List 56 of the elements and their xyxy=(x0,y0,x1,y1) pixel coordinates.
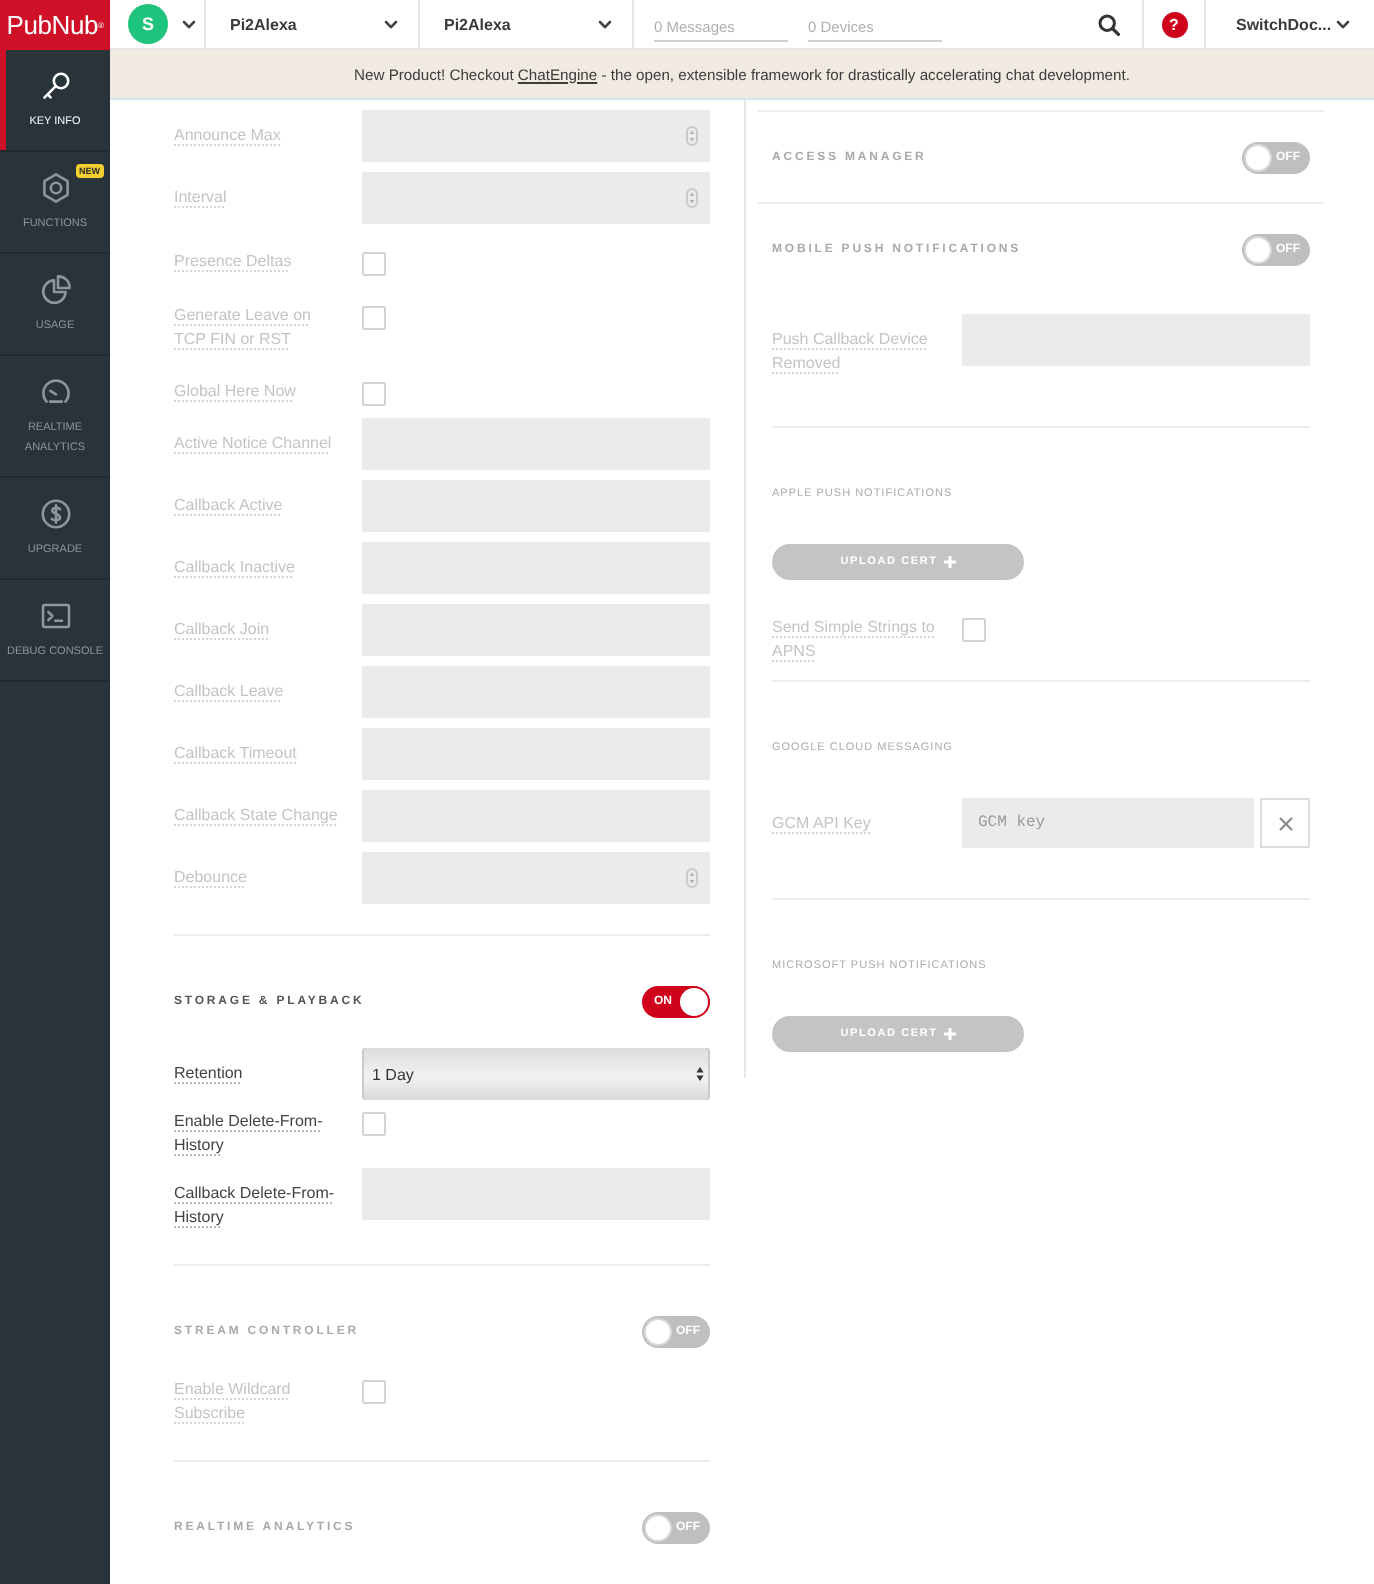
field-label: Announce Max xyxy=(174,126,281,144)
dropdown[interactable]: Pi2Alexa xyxy=(420,0,634,48)
dollar-icon xyxy=(39,498,71,530)
field-label: Interval xyxy=(174,188,227,206)
hexagon-icon xyxy=(39,172,71,204)
plus-icon xyxy=(943,556,956,568)
field-label: Enable Wildcard Subscribe xyxy=(174,1380,291,1422)
sort-arrows-icon xyxy=(696,1066,704,1082)
field-label: Generate Leave on TCP FIN or RST xyxy=(174,306,311,348)
spinner-icon[interactable] xyxy=(686,868,698,888)
field-label: Retention xyxy=(174,1064,243,1082)
number-field[interactable] xyxy=(362,110,710,162)
checkbox[interactable] xyxy=(362,1112,386,1136)
api-key-field[interactable]: GCM key xyxy=(962,798,1254,848)
field-label: Callback State Change xyxy=(174,806,338,824)
field-label: Enable Delete-From-History xyxy=(174,1112,323,1154)
chevron-down-icon xyxy=(1336,19,1350,29)
field-label: Callback Timeout xyxy=(174,744,297,762)
search-icon[interactable] xyxy=(1098,13,1120,35)
number-field[interactable] xyxy=(362,172,710,224)
field-label: Global Here Now xyxy=(174,382,296,400)
pie-chart-icon xyxy=(39,274,71,306)
number-field[interactable] xyxy=(362,852,710,904)
field-label: Callback Delete-From-History xyxy=(174,1184,335,1226)
help-button[interactable]: ? xyxy=(1161,11,1187,37)
checkbox[interactable] xyxy=(362,252,386,276)
chevron-down-icon xyxy=(182,19,196,29)
field-label: Send Simple Strings to APNS xyxy=(772,618,935,660)
field-label: Callback Inactive xyxy=(174,558,295,576)
checkbox[interactable] xyxy=(362,1380,386,1404)
field-label: Callback Join xyxy=(174,620,270,638)
chevron-down-icon xyxy=(384,19,398,29)
chevron-down-icon xyxy=(598,19,612,29)
dropdown[interactable]: Pi2Alexa xyxy=(206,0,420,48)
field-label: Presence Deltas xyxy=(174,252,292,270)
clear-button[interactable] xyxy=(1260,798,1310,848)
plus-icon xyxy=(943,1028,956,1040)
account-menu[interactable]: S xyxy=(110,0,206,48)
field-label: Callback Leave xyxy=(174,682,284,700)
spinner-icon[interactable] xyxy=(686,188,698,208)
key-icon xyxy=(39,70,71,102)
spinner-icon[interactable] xyxy=(686,126,698,146)
checkbox[interactable] xyxy=(362,382,386,406)
checkbox[interactable] xyxy=(362,306,386,330)
gauge-icon xyxy=(39,376,71,408)
terminal-icon xyxy=(39,600,71,632)
field-label: GCM API Key xyxy=(772,814,871,832)
close-icon xyxy=(1277,815,1293,831)
field-label: Push Callback Device Removed xyxy=(772,330,928,372)
avatar: S xyxy=(128,4,168,44)
field-label: Callback Active xyxy=(174,496,283,514)
checkbox[interactable] xyxy=(962,618,986,642)
dropdown[interactable]: 1 Day xyxy=(362,1048,710,1100)
field-label: Debounce xyxy=(174,868,247,886)
user-menu[interactable]: SwitchDoc... xyxy=(1206,0,1374,48)
field-label: Active Notice Channel xyxy=(174,434,332,452)
